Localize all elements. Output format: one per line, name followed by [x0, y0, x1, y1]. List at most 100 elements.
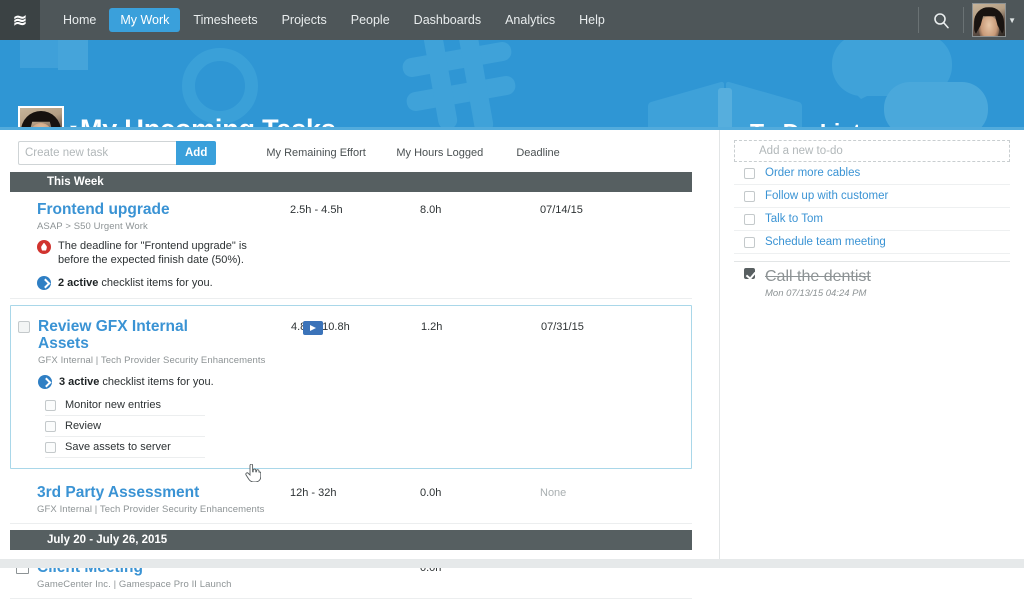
- task-column-headers: My Remaining Effort My Hours Logged Dead…: [266, 147, 636, 159]
- task-checklist-summary[interactable]: 3 active checklist items for you.: [38, 375, 691, 389]
- search-button[interactable]: [921, 0, 961, 40]
- nav-item-home[interactable]: Home: [52, 8, 107, 32]
- todo-checkbox[interactable]: [744, 236, 755, 248]
- task-subtitle: ASAP > S50 Urgent Work: [37, 221, 148, 232]
- subtask-label: Monitor new entries: [65, 399, 161, 411]
- task-title[interactable]: 3rd Party Assessment: [37, 484, 290, 501]
- group-header-next-week: July 20 - July 26, 2015: [10, 530, 692, 550]
- task-subtask-list: Monitor new entries Review Save assets t…: [45, 395, 205, 458]
- task-checklist-text: 2 active checklist items for you.: [58, 277, 213, 289]
- todo-checkbox[interactable]: [744, 190, 755, 202]
- deco-square-icon: [20, 40, 62, 68]
- nav-item-projects[interactable]: Projects: [271, 8, 338, 32]
- user-menu-caret-icon[interactable]: ▼: [1008, 16, 1016, 25]
- todo-section-divider: [734, 261, 1010, 262]
- checklist-count: 3 active: [59, 376, 100, 388]
- tasks-pane: Add My Remaining Effort My Hours Logged …: [0, 130, 719, 599]
- subtask-checkbox[interactable]: [45, 441, 56, 453]
- subtask-item[interactable]: Monitor new entries: [45, 395, 205, 416]
- todo-label[interactable]: Schedule team meeting: [765, 236, 886, 248]
- add-task-button[interactable]: Add: [176, 141, 217, 165]
- nav-item-people[interactable]: People: [340, 8, 401, 32]
- task-hours-logged: 8.0h: [420, 204, 442, 216]
- user-avatar[interactable]: [972, 3, 1007, 37]
- todo-panel-title: To Do List: [750, 119, 861, 127]
- todo-label[interactable]: Follow up with customer: [765, 190, 888, 202]
- todo-item[interactable]: Follow up with customer: [734, 185, 1010, 208]
- page-title: My Upcoming Tasks: [80, 114, 336, 130]
- subtask-label: Review: [65, 420, 102, 432]
- task-info: 3rd Party Assessment GFX Internal | Tech…: [10, 484, 290, 515]
- nav-item-my-work[interactable]: My Work: [109, 8, 181, 32]
- page-banner: ▼ My Upcoming Tasks To Do List: [0, 40, 1024, 130]
- top-nav-right-group: ▼: [916, 0, 1024, 40]
- column-header-deadline: Deadline: [516, 147, 560, 159]
- top-navigation-bar: ≋ Home My Work Timesheets Projects Peopl…: [0, 0, 1024, 40]
- todo-completed-timestamp: Mon 07/13/15 04:24 PM: [765, 288, 867, 299]
- todo-item-completed[interactable]: Call the dentist: [734, 268, 1010, 286]
- todo-label[interactable]: Talk to Tom: [765, 213, 823, 225]
- nav-item-analytics[interactable]: Analytics: [494, 8, 566, 32]
- start-timer-button[interactable]: [303, 321, 323, 335]
- task-info: Review GFX Internal Assets GFX Internal …: [11, 318, 291, 366]
- chevron-right-icon: [38, 375, 52, 389]
- task-row[interactable]: Frontend upgrade ASAP > S50 Urgent Work …: [10, 192, 692, 299]
- checklist-rest: checklist items for you.: [98, 277, 213, 289]
- task-hours-logged: 0.0h: [420, 487, 442, 499]
- todo-item[interactable]: Order more cables: [734, 162, 1010, 185]
- todo-checkbox[interactable]: [744, 268, 755, 279]
- main-nav-items: Home My Work Timesheets Projects People …: [52, 0, 616, 40]
- task-checklist-summary[interactable]: 2 active checklist items for you.: [37, 276, 692, 290]
- todo-pane: Add a new to-do Order more cables Follow…: [720, 130, 1024, 565]
- task-checkbox[interactable]: [18, 321, 30, 333]
- task-title[interactable]: Frontend upgrade: [37, 201, 290, 218]
- app-menu-button[interactable]: ≋: [0, 0, 40, 40]
- warning-flame-icon: [37, 240, 51, 254]
- avatar[interactable]: [18, 106, 64, 127]
- chevron-down-icon[interactable]: ▼: [68, 123, 79, 127]
- subtask-checkbox[interactable]: [45, 399, 56, 411]
- todo-checkbox[interactable]: [744, 213, 755, 225]
- app-window: ≋ Home My Work Timesheets Projects Peopl…: [0, 0, 1024, 599]
- banner-user-selector[interactable]: ▼: [18, 106, 79, 127]
- task-row-main: Review GFX Internal Assets GFX Internal …: [11, 318, 691, 366]
- task-row[interactable]: 3rd Party Assessment GFX Internal | Tech…: [10, 475, 692, 524]
- todo-checkbox[interactable]: [744, 167, 755, 179]
- todo-label[interactable]: Call the dentist: [765, 268, 871, 286]
- checklist-count: 2 active: [58, 277, 99, 289]
- group-header-this-week: This Week: [10, 172, 692, 192]
- create-task-input[interactable]: [18, 141, 176, 165]
- task-alert: The deadline for "Frontend upgrade" is b…: [37, 239, 692, 267]
- task-metrics: 12h - 32h 0.0h None: [290, 484, 660, 515]
- deco-book-spine-icon: [718, 88, 732, 127]
- subtask-item[interactable]: Review: [45, 416, 205, 437]
- task-row[interactable]: Client Meeting GameCenter Inc. | Gamespa…: [10, 550, 692, 599]
- task-row-main: 3rd Party Assessment GFX Internal | Tech…: [10, 484, 692, 515]
- todo-item[interactable]: Talk to Tom: [734, 208, 1010, 231]
- task-deadline: None: [540, 487, 567, 499]
- nav-divider: [963, 7, 965, 33]
- task-alert-text: The deadline for "Frontend upgrade" is b…: [58, 240, 247, 266]
- task-deadline: 07/31/15: [541, 321, 584, 333]
- task-row-selected[interactable]: Review GFX Internal Assets GFX Internal …: [10, 305, 692, 469]
- todo-label[interactable]: Order more cables: [765, 167, 860, 179]
- subtask-checkbox[interactable]: [45, 420, 56, 432]
- nav-item-help[interactable]: Help: [568, 8, 616, 32]
- task-checklist-text: 3 active checklist items for you.: [59, 376, 214, 388]
- column-header-hours-logged: My Hours Logged: [396, 147, 484, 159]
- subtask-item[interactable]: Save assets to server: [45, 437, 205, 458]
- todo-item[interactable]: Schedule team meeting: [734, 231, 1010, 254]
- task-remaining-effort: 12h - 32h: [290, 487, 337, 499]
- nav-item-dashboards[interactable]: Dashboards: [403, 8, 492, 32]
- task-row-main: Frontend upgrade ASAP > S50 Urgent Work …: [10, 201, 692, 232]
- task-remaining-effort: 2.5h - 4.5h: [290, 204, 343, 216]
- mouse-cursor-pointer-icon: [245, 464, 261, 482]
- add-todo-input[interactable]: Add a new to-do: [734, 140, 1010, 162]
- deco-book-icon: [648, 81, 724, 127]
- search-icon: [933, 12, 949, 28]
- deco-ring-icon: [182, 48, 258, 124]
- waves-menu-icon: ≋: [12, 10, 28, 30]
- task-title[interactable]: Review GFX Internal Assets: [38, 318, 198, 352]
- nav-divider: [918, 7, 920, 33]
- nav-item-timesheets[interactable]: Timesheets: [182, 8, 268, 32]
